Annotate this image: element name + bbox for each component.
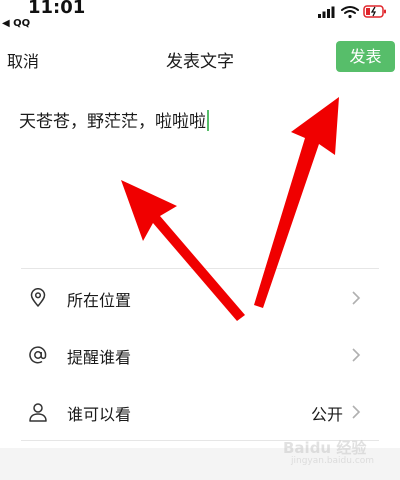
option-location[interactable]: 所在位置 [0,272,400,324]
option-visibility[interactable]: 谁可以看 公开 [0,386,400,438]
at-mention-icon [29,346,47,364]
status-time: 11:01 [28,0,86,18]
post-text-content: 天苍苍，野茫茫，啦啦啦 [19,112,206,132]
option-label: 所在位置 [67,291,132,310]
chevron-right-icon [352,405,361,419]
baidu-watermark: Baidu 经验 jingyan.baidu.com [283,437,383,473]
text-caret [207,110,209,131]
option-label: 提醒谁看 [67,348,132,367]
nav-bar: 取消 发表文字 发表 [0,36,400,80]
chevron-right-icon [352,348,361,362]
status-bar: 11:01 ◀ QQ [0,0,400,34]
option-label: 谁可以看 [67,405,132,424]
watermark-brand: Baidu 经验 [283,439,367,457]
status-icons [318,4,388,20]
battery-icon [363,5,386,18]
signal-icon [318,6,335,18]
watermark-site: jingyan.baidu.com [291,456,375,466]
post-text-input[interactable]: 天苍苍，野茫茫，啦啦啦 [19,107,209,132]
location-pin-icon [30,288,46,307]
option-value: 公开 [310,405,343,424]
chevron-right-icon [352,291,361,305]
person-icon [29,403,47,422]
divider [21,268,379,269]
publish-button[interactable]: 发表 [336,41,395,72]
back-to-app-link[interactable]: ◀ QQ [2,18,30,29]
wifi-icon [341,6,359,19]
option-remind[interactable]: 提醒谁看 [0,329,400,381]
